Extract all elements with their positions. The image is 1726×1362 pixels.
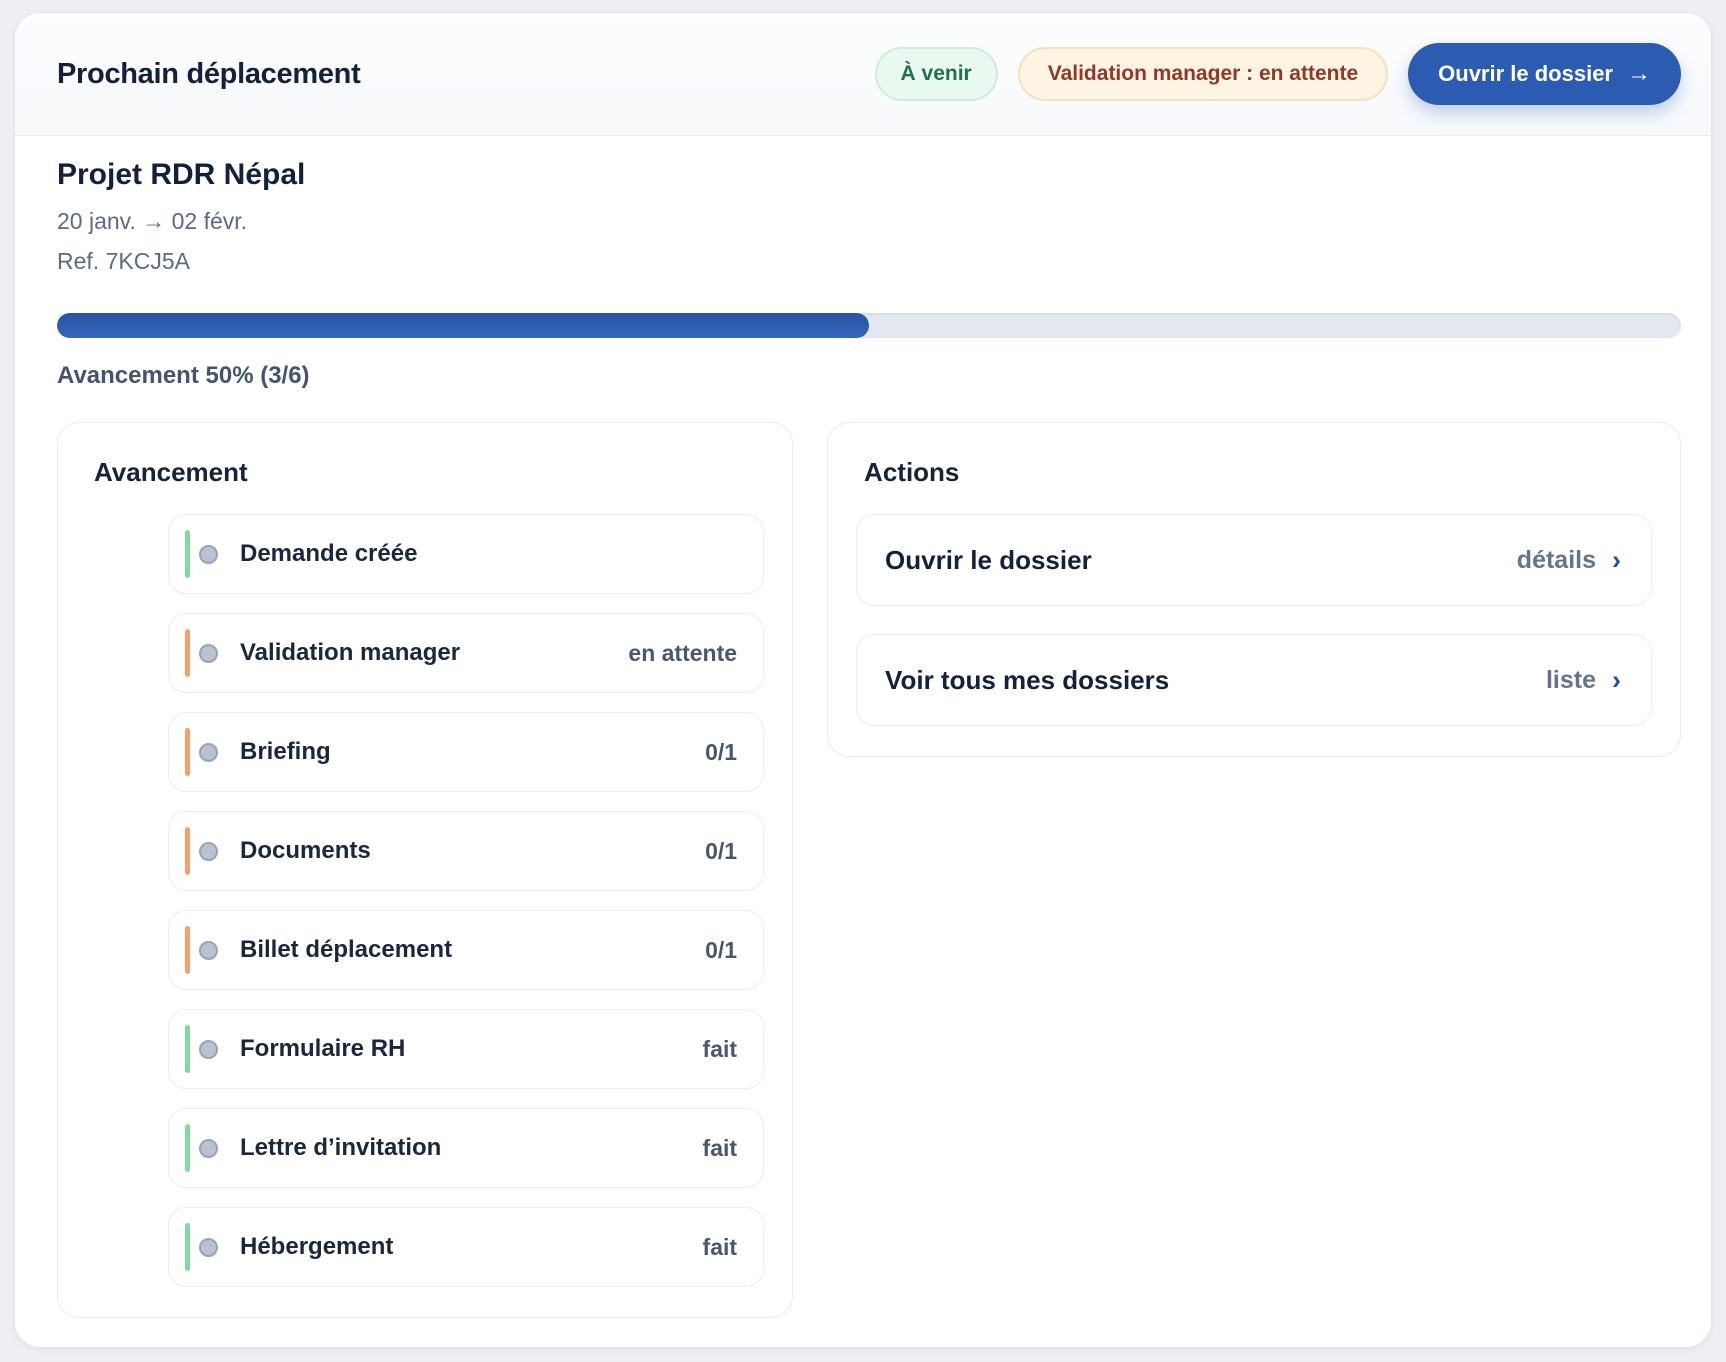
step-label: Lettre d’invitation (240, 1134, 441, 1162)
step-label: Hébergement (240, 1233, 393, 1261)
action-link-label: liste (1546, 666, 1596, 695)
progress-fill (57, 313, 869, 338)
step-value: en attente (628, 640, 737, 667)
step-status-dot-icon (199, 842, 218, 861)
step-label: Formulaire RH (240, 1035, 405, 1063)
page-title: Prochain déplacement (57, 58, 360, 91)
step-row-demande-creee[interactable]: Demande créée (168, 514, 764, 594)
actions-list: Ouvrir le dossier détails › Voir tous me… (856, 514, 1652, 726)
step-status-bar (185, 1025, 190, 1073)
action-label: Ouvrir le dossier (885, 545, 1092, 576)
arrow-right-icon: → (1627, 62, 1651, 86)
step-label: Validation manager (240, 639, 460, 667)
actions-panel-title: Actions (864, 457, 1652, 488)
chevron-right-icon: › (1612, 667, 1621, 694)
step-status-bar (185, 728, 190, 776)
step-label: Documents (240, 837, 371, 865)
trip-title: Projet RDR Népal (57, 158, 1681, 192)
step-value: fait (703, 1234, 738, 1261)
action-link-liste[interactable]: liste › (1546, 666, 1621, 695)
step-label: Demande créée (240, 540, 417, 568)
actions-panel: Actions Ouvrir le dossier détails › Voir… (827, 422, 1681, 757)
step-status-dot-icon (199, 1040, 218, 1059)
step-row-documents[interactable]: Documents 0/1 (168, 811, 764, 891)
step-label: Briefing (240, 738, 331, 766)
progress-bar (57, 313, 1681, 338)
step-status-dot-icon (199, 743, 218, 762)
progress-label: Avancement 50% (3/6) (57, 362, 1681, 390)
step-status-bar (185, 1124, 190, 1172)
progress-step-list: Demande créée Validation manager en atte… (168, 514, 764, 1287)
status-badge: À venir (875, 47, 998, 101)
step-status-dot-icon (199, 545, 218, 564)
trip-dates: 20 janv. → 02 févr. (57, 202, 1681, 242)
validation-status-badge: Validation manager : en attente (1018, 47, 1388, 101)
step-status-dot-icon (199, 941, 218, 960)
step-row-lettre-invitation[interactable]: Lettre d’invitation fait (168, 1108, 764, 1188)
action-row-open-folder[interactable]: Ouvrir le dossier détails › (856, 514, 1652, 606)
step-status-dot-icon (199, 1139, 218, 1158)
step-status-dot-icon (199, 644, 218, 663)
card-body: Projet RDR Népal 20 janv. → 02 févr. Ref… (15, 136, 1711, 1348)
open-folder-button[interactable]: Ouvrir le dossier → (1408, 43, 1681, 105)
action-label: Voir tous mes dossiers (885, 665, 1169, 696)
step-status-bar (185, 827, 190, 875)
step-label: Billet déplacement (240, 936, 452, 964)
card-header: Prochain déplacement À venir Validation … (15, 13, 1711, 136)
step-status-bar (185, 1223, 190, 1271)
chevron-right-icon: › (1612, 547, 1621, 574)
step-status-bar (185, 629, 190, 677)
step-value: 0/1 (705, 937, 737, 964)
step-value: 0/1 (705, 838, 737, 865)
step-status-dot-icon (199, 1238, 218, 1257)
progress-panel-title: Avancement (94, 457, 764, 488)
progress-panel: Avancement Demande créée Validation mana… (57, 422, 793, 1318)
next-trip-card: Prochain déplacement À venir Validation … (14, 12, 1712, 1348)
panels-row: Avancement Demande créée Validation mana… (57, 422, 1681, 1318)
step-row-formulaire-rh[interactable]: Formulaire RH fait (168, 1009, 764, 1089)
step-value: fait (703, 1135, 738, 1162)
step-row-billet-deplacement[interactable]: Billet déplacement 0/1 (168, 910, 764, 990)
header-badges: À venir Validation manager : en attente … (875, 43, 1681, 105)
step-status-bar (185, 926, 190, 974)
action-link-details[interactable]: détails › (1517, 546, 1621, 575)
step-status-bar (185, 530, 190, 578)
open-folder-button-label: Ouvrir le dossier (1438, 61, 1613, 87)
action-row-all-folders[interactable]: Voir tous mes dossiers liste › (856, 634, 1652, 726)
trip-reference: Ref. 7KCJ5A (57, 242, 1681, 282)
step-value: fait (703, 1036, 738, 1063)
action-link-label: détails (1517, 546, 1596, 575)
step-value: 0/1 (705, 739, 737, 766)
step-row-validation-manager[interactable]: Validation manager en attente (168, 613, 764, 693)
step-row-briefing[interactable]: Briefing 0/1 (168, 712, 764, 792)
step-row-hebergement[interactable]: Hébergement fait (168, 1207, 764, 1287)
